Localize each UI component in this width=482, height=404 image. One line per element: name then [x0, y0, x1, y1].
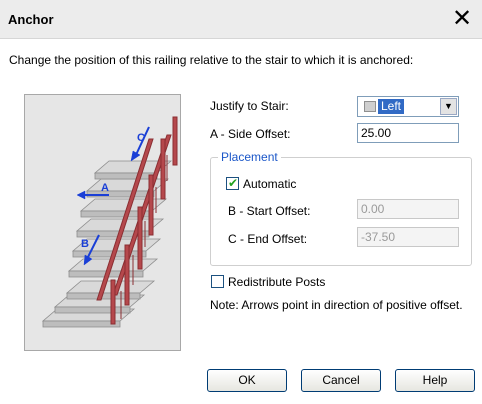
side-offset-input[interactable]: 25.00: [357, 123, 459, 143]
arrow-label-b: B: [81, 238, 89, 250]
stair-illustration: C A B: [41, 116, 178, 328]
automatic-checkbox[interactable]: ✔: [226, 176, 239, 190]
arrow-label-a: A: [101, 182, 109, 194]
note-text: Note: Arrows point in direction of posit…: [210, 298, 463, 312]
end-offset-input[interactable]: -37.50: [357, 227, 459, 247]
title-bar: Anchor ✕: [0, 0, 482, 39]
side-offset-label: A - Side Offset:: [210, 127, 291, 141]
redistribute-checkbox[interactable]: [211, 275, 224, 288]
automatic-label: Automatic: [243, 177, 297, 191]
start-offset-label: B - Start Offset:: [228, 204, 311, 218]
railing-swatch-icon: [364, 101, 376, 112]
placement-legend: Placement: [218, 150, 281, 164]
justify-selected-value: Left: [378, 99, 405, 114]
end-offset-label: C - End Offset:: [228, 232, 308, 246]
justify-label: Justify to Stair:: [210, 99, 289, 113]
close-icon[interactable]: ✕: [450, 6, 474, 30]
checkmark-icon: ✔: [228, 176, 239, 190]
help-button[interactable]: Help: [395, 369, 475, 392]
ok-button[interactable]: OK: [207, 369, 287, 392]
justify-dropdown[interactable]: Left ▼: [357, 96, 459, 117]
chevron-down-icon[interactable]: ▼: [440, 98, 457, 115]
dialog-title: Anchor: [8, 12, 54, 27]
redistribute-label: Redistribute Posts: [228, 275, 326, 289]
arrow-label-c: C: [137, 132, 145, 144]
instruction-text: Change the position of this railing rela…: [9, 53, 414, 67]
start-offset-input[interactable]: 0.00: [357, 199, 459, 219]
stair-preview: C A B: [24, 94, 181, 351]
cancel-button[interactable]: Cancel: [301, 369, 381, 392]
